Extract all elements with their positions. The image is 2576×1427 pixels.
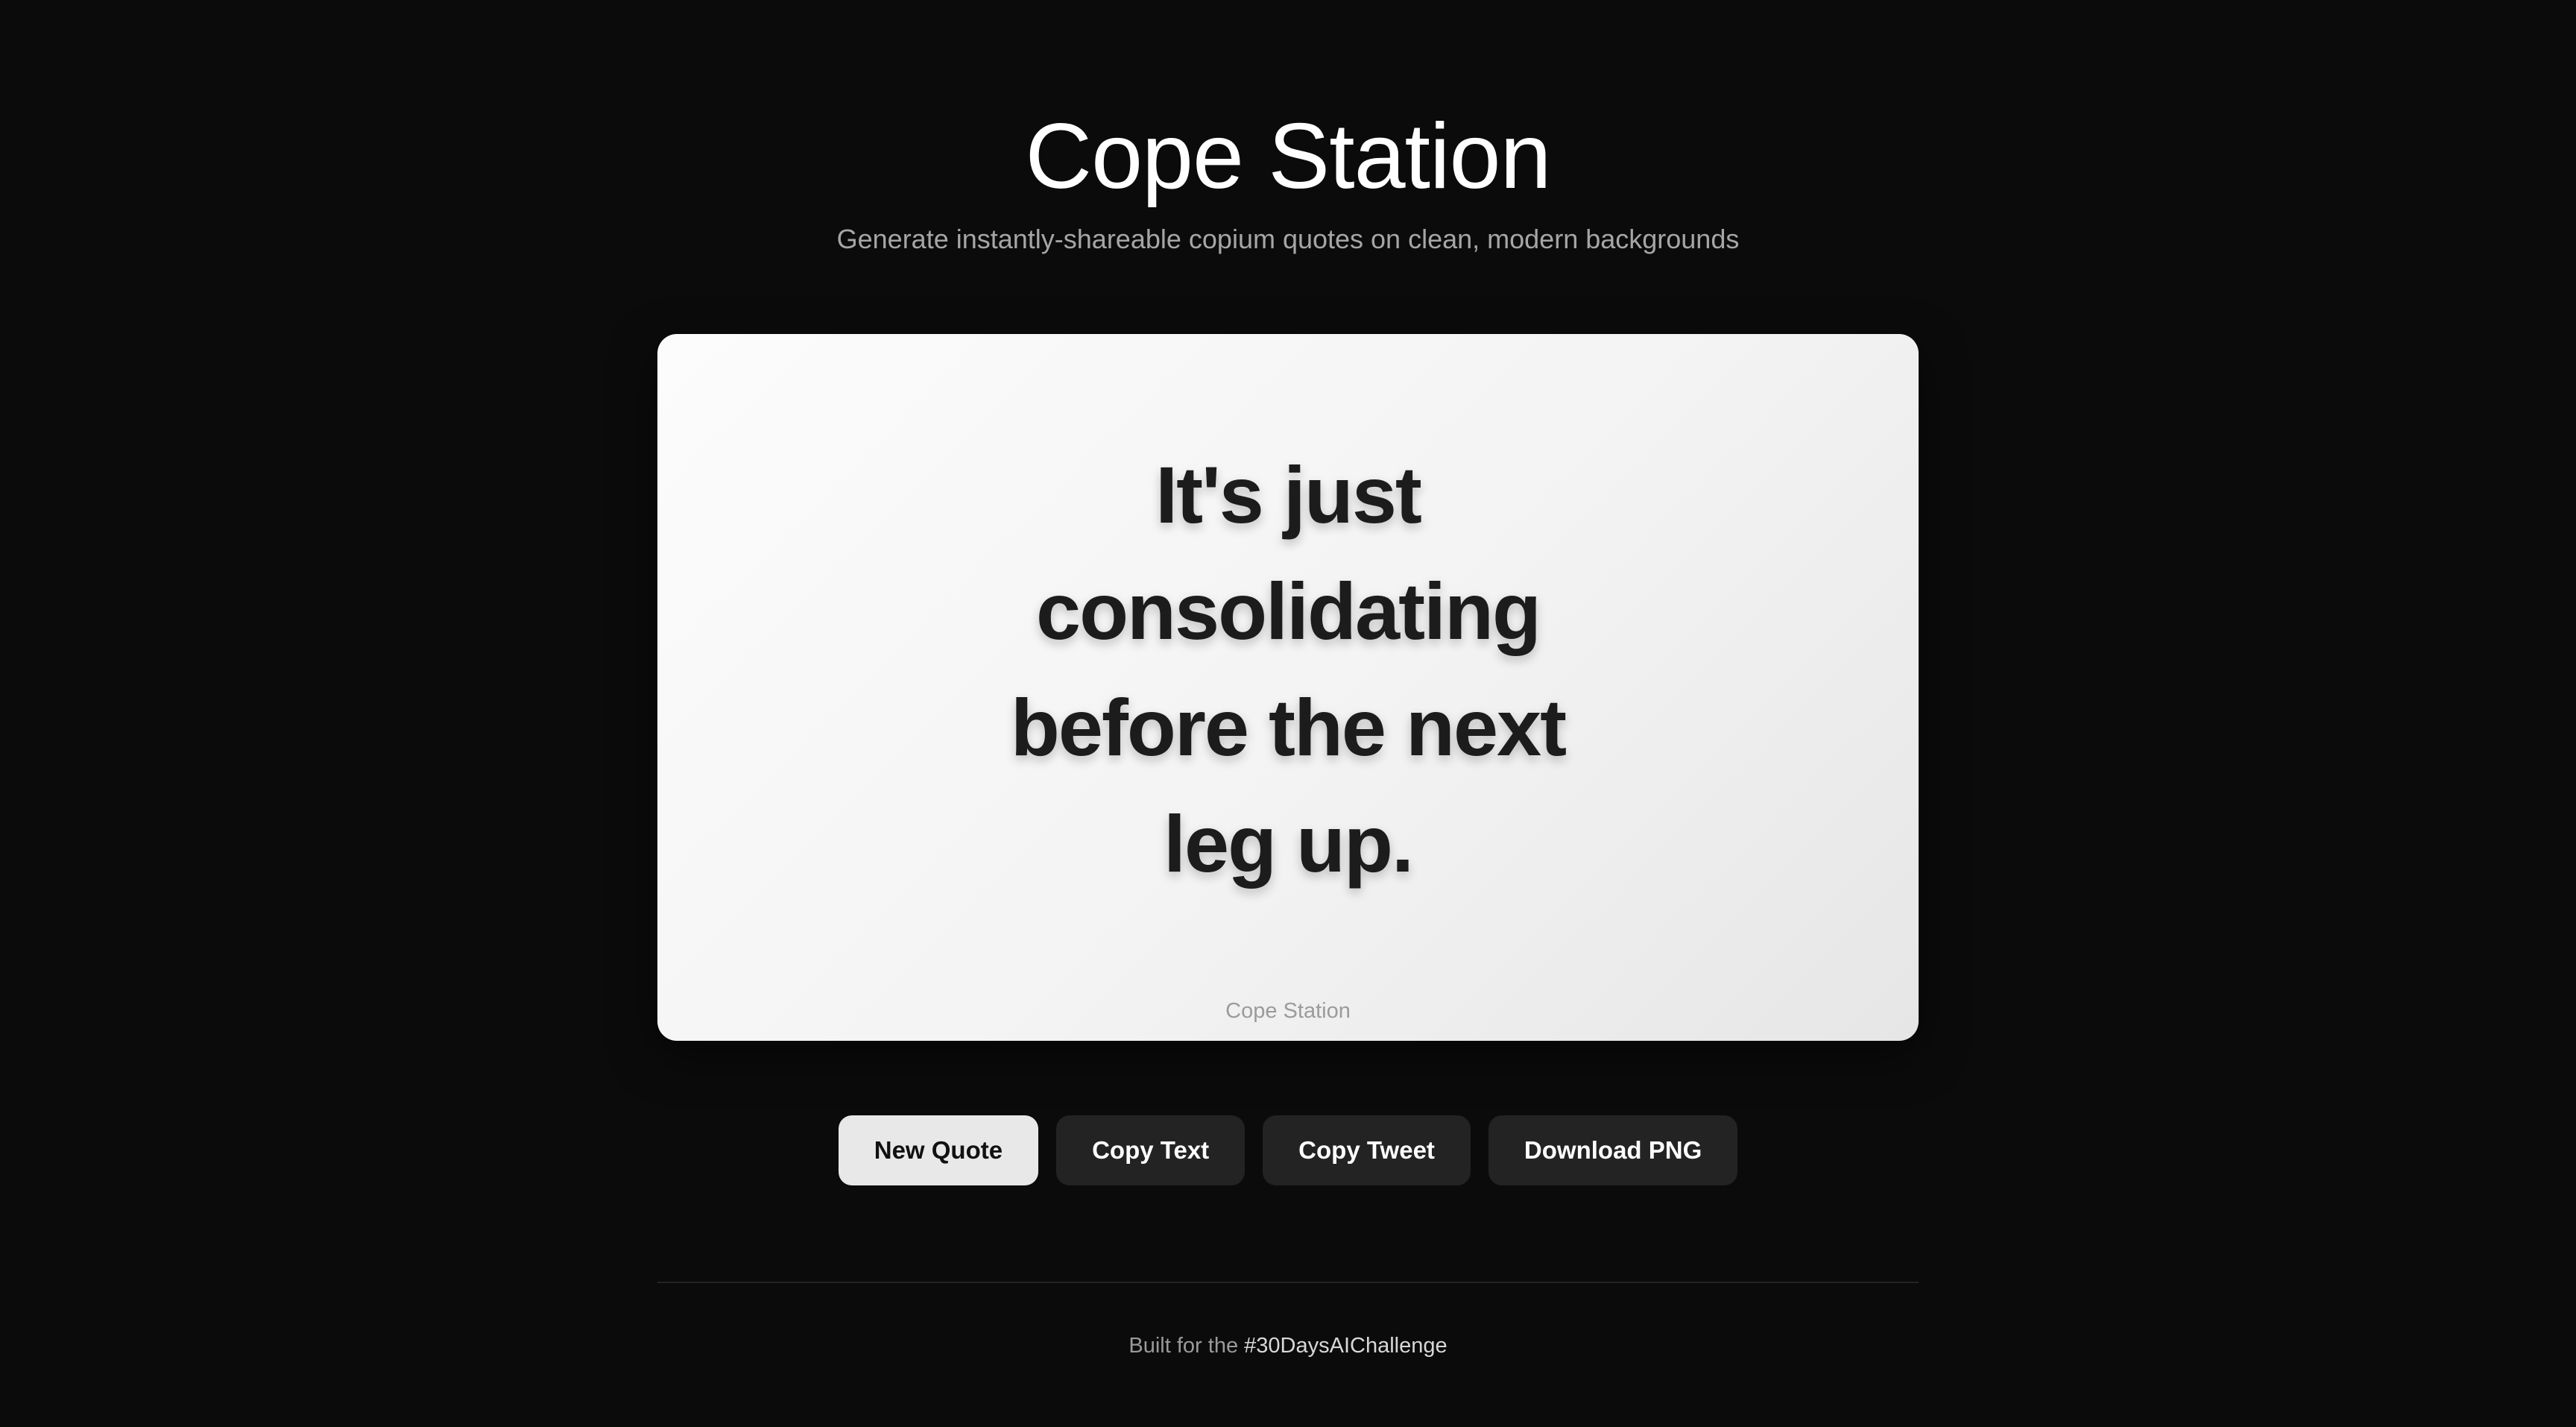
action-bar: New Quote Copy Text Copy Tweet Download …	[0, 1115, 2576, 1185]
footer-prefix: Built for the	[1128, 1334, 1245, 1358]
quote-line: consolidating	[1036, 566, 1541, 656]
quote-card: It's just consolidating before the next …	[657, 334, 1919, 1041]
footer: Built for the #30DaysAIChallenge	[0, 1331, 2576, 1361]
page-title: Cope Station	[1025, 105, 1552, 208]
quote-text: It's just consolidating before the next …	[657, 437, 1919, 902]
footer-divider	[657, 1282, 1919, 1283]
new-quote-button[interactable]: New Quote	[838, 1115, 1039, 1185]
download-png-button[interactable]: Download PNG	[1488, 1115, 1738, 1185]
app-page: Cope Station Generate instantly-shareabl…	[0, 0, 2576, 1427]
quote-line: before the next	[1010, 682, 1567, 772]
card-watermark: Cope Station	[1225, 999, 1351, 1023]
quote-line: leg up.	[1164, 798, 1414, 889]
footer-hashtag: #30DaysAIChallenge	[1244, 1334, 1448, 1358]
page-subtitle: Generate instantly-shareable copium quot…	[836, 224, 1740, 254]
quote-line: It's just	[1155, 450, 1422, 540]
copy-text-button[interactable]: Copy Text	[1056, 1115, 1246, 1185]
copy-tweet-button[interactable]: Copy Tweet	[1263, 1115, 1471, 1185]
